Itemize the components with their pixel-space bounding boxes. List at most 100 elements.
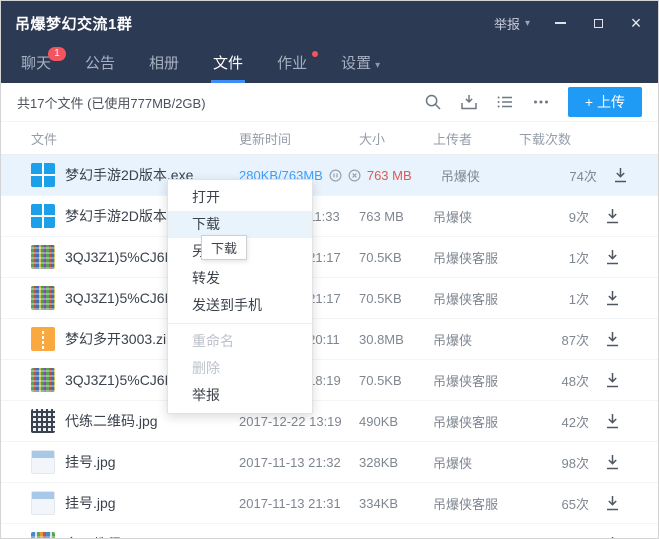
table-row[interactable]: 梦幻手游2D版本.exe2017-11-13 11:33763 MB吊爆侠9次 (1, 196, 658, 237)
table-row[interactable]: 梦幻手游2D版本.exe 280KB/763MB 763 MB 吊爆侠 74次 (1, 155, 658, 196)
column-header: 更新时间 (239, 129, 353, 148)
download-count: 98次 (561, 455, 589, 471)
menu-item-label: 举报 (192, 387, 220, 403)
more-options-button[interactable] (532, 93, 550, 111)
uploader-cell: 吊爆侠客服 (425, 248, 511, 267)
minimize-button[interactable] (552, 15, 568, 31)
file-name: 梦幻多开3003.zip (65, 331, 174, 347)
table-row[interactable]: 代练二维码.jpg 2017-12-22 13:19 490KB 吊爆侠客服 42次 (1, 401, 658, 442)
tab-label: 公告 (85, 55, 116, 72)
image-thumbnail-icon (31, 409, 55, 433)
table-row[interactable]: 多开教程.jpg2017-09-18 14:24218KB吊爆侠862次 (1, 524, 658, 539)
image-thumbnail-icon (31, 532, 55, 538)
actions-cell (599, 167, 658, 183)
window-top-area: 吊爆梦幻交流1群 举报 ▾ × 聊天 1 公告 相册 文件 作业 设置 ▾ (1, 1, 658, 83)
size-cell: 763 MB (361, 168, 433, 183)
download-button[interactable] (605, 249, 620, 265)
tab-label: 作业 (277, 55, 308, 72)
menu-item-download[interactable]: 下载 (168, 211, 312, 238)
download-count-cell: 98次 (511, 453, 591, 472)
table-row[interactable]: 挂号.jpg 2017-11-13 21:32 328KB 吊爆侠 98次 (1, 442, 658, 483)
menu-item-delete: 删除 (168, 355, 312, 382)
column-header: 上传者 (425, 129, 511, 148)
download-count-cell: 74次 (519, 166, 599, 185)
pause-download-icon[interactable] (329, 168, 342, 182)
download-count-cell: 87次 (511, 330, 591, 349)
minimize-icon (554, 22, 566, 24)
download-count-cell: 1次 (511, 289, 591, 308)
size-cell: 70.5KB (353, 291, 425, 306)
report-button[interactable]: 举报 ▾ (494, 14, 530, 33)
menu-item-open[interactable]: 打开 (168, 184, 312, 211)
tab-album[interactable]: 相册 (137, 45, 191, 83)
menu-separator (168, 323, 312, 324)
search-icon (425, 94, 441, 110)
list-view-button[interactable] (496, 93, 514, 111)
group-file-window: 吊爆梦幻交流1群 举报 ▾ × 聊天 1 公告 相册 文件 作业 设置 ▾ 共17个文件 (已… (0, 0, 659, 539)
size-cell: 334KB (353, 496, 425, 511)
table-row[interactable]: 梦幻多开3003.zip2017-11-13 20:1130.8MB吊爆侠87次 (1, 319, 658, 360)
menu-item-label: 重命名 (192, 333, 234, 349)
size-cell: 763 MB (353, 209, 425, 224)
tab-announcement[interactable]: 公告 (73, 45, 127, 83)
file-size: 490KB (359, 413, 399, 429)
table-row[interactable]: 3QJ3Z1)5%CJ6N2017-11-13 21:1770.5KB吊爆侠客服… (1, 237, 658, 278)
uploader-cell: 吊爆侠 (425, 207, 511, 226)
download-button[interactable] (605, 454, 620, 470)
tab-bar: 聊天 1 公告 相册 文件 作业 设置 ▾ (1, 45, 658, 83)
column-header-label: 大小 (359, 131, 386, 147)
download-button[interactable] (605, 331, 620, 347)
uploader-cell: 吊爆侠客服 (425, 371, 511, 390)
download-button[interactable] (605, 290, 620, 306)
download-button[interactable] (605, 208, 620, 224)
cancel-download-icon[interactable] (348, 168, 361, 182)
tab-chat[interactable]: 聊天 1 (9, 45, 67, 83)
tab-files[interactable]: 文件 (201, 45, 255, 83)
close-button[interactable]: × (628, 14, 644, 32)
tab-settings[interactable]: 设置 ▾ (329, 45, 392, 83)
table-row[interactable]: 挂号.jpg 2017-11-13 21:31 334KB 吊爆侠客服 65次 (1, 483, 658, 524)
download-manager-button[interactable] (460, 93, 478, 111)
file-name: 3QJ3Z1)5%CJ6N (65, 249, 175, 265)
download-button[interactable] (605, 372, 620, 388)
file-updated-time: 2017-11-13 21:32 (239, 454, 341, 470)
download-count: 1次 (568, 250, 589, 266)
file-updated-time: 2017-11-13 21:31 (239, 495, 341, 511)
download-button[interactable] (613, 167, 628, 183)
column-header-label: 更新时间 (239, 131, 292, 147)
tab-label: 设置 (341, 55, 372, 72)
download-count: 87次 (561, 332, 589, 348)
column-header: 文件 (1, 129, 239, 148)
file-size: 70.5KB (359, 372, 402, 388)
report-label: 举报 (493, 16, 520, 32)
window-title: 吊爆梦幻交流1群 (15, 15, 133, 33)
file-toolbar: 共17个文件 (已使用777MB/2GB) + 上传 (1, 83, 658, 122)
time-cell: 2017-11-13 21:32 (239, 455, 353, 470)
file-size: 30.8MB (359, 331, 404, 347)
zip-archive-icon (31, 327, 55, 351)
uploader-cell: 吊爆侠 (425, 330, 511, 349)
menu-item-send-to-phone[interactable]: 发送到手机 (168, 292, 312, 319)
table-row[interactable]: 3QJ3Z1)5%CJ6N2017-11-13 21:1770.5KB吊爆侠客服… (1, 278, 658, 319)
tab-homework[interactable]: 作业 (265, 45, 319, 83)
download-button[interactable] (605, 495, 620, 511)
download-count-cell: 42次 (511, 412, 591, 431)
menu-item-report[interactable]: 举报 (168, 382, 312, 409)
search-button[interactable] (424, 93, 442, 111)
image-thumbnail-icon (31, 245, 55, 269)
toolbar-icons: + 上传 (406, 87, 642, 117)
file-size: 70.5KB (359, 290, 402, 306)
uploader-name: 吊爆侠客服 (433, 414, 499, 430)
menu-item-forward[interactable]: 转发 (168, 265, 312, 292)
upload-button[interactable]: + 上传 (567, 87, 642, 117)
table-row[interactable]: 3QJ3Z1)5%CJ6N2017-11-13 18:1970.5KB吊爆侠客服… (1, 360, 658, 401)
maximize-icon (593, 18, 603, 28)
uploader-name: 吊爆侠 (433, 209, 473, 225)
maximize-button[interactable] (590, 15, 606, 31)
uploader-cell: 吊爆侠 (425, 453, 511, 472)
file-cell: 多开教程.jpg (1, 532, 239, 538)
download-count: 74次 (569, 168, 597, 184)
column-header: 下载次数 (511, 129, 591, 148)
download-count-cell: 862次 (511, 535, 591, 539)
download-button[interactable] (605, 413, 620, 429)
